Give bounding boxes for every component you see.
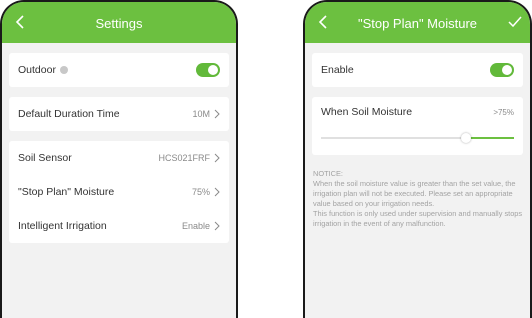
soil-sensor-row[interactable]: Soil Sensor HCS021FRF <box>9 141 229 175</box>
moisture-slider[interactable] <box>321 133 514 143</box>
outdoor-label: Outdoor <box>18 64 56 76</box>
back-arrow-icon[interactable] <box>14 14 28 30</box>
settings-nav-bar: Settings <box>2 2 236 43</box>
soil-moisture-value: >75% <box>493 107 514 117</box>
chevron-right-icon <box>214 109 220 119</box>
enable-toggle[interactable] <box>490 63 514 77</box>
outdoor-card: Outdoor <box>9 53 229 87</box>
soil-moisture-label: When Soil Moisture <box>321 106 413 118</box>
page-title: "Stop Plan" Moisture <box>357 16 478 31</box>
notice-heading: NOTICE: <box>313 169 343 178</box>
stop-plan-moisture-screen: "Stop Plan" Moisture Enable When Soil Mo… <box>303 0 532 318</box>
soil-sensor-value: HCS021FRF <box>158 153 210 163</box>
chevron-right-icon <box>214 153 220 163</box>
notice-text: NOTICE: When the soil moisture value is … <box>313 169 523 229</box>
intelligent-irrigation-label: Intelligent Irrigation <box>18 220 107 232</box>
intelligent-irrigation-value: Enable <box>181 221 210 231</box>
soil-sensor-label: Soil Sensor <box>18 152 72 164</box>
stop-plan-moisture-value: 75% <box>191 187 210 197</box>
duration-card: Default Duration Time 10M <box>9 97 229 131</box>
outdoor-toggle[interactable] <box>196 63 220 77</box>
enable-row: Enable <box>312 53 523 87</box>
outdoor-row: Outdoor <box>9 53 229 87</box>
intelligent-irrigation-row[interactable]: Intelligent Irrigation Enable <box>9 209 229 243</box>
stop-plan-moisture-row[interactable]: "Stop Plan" Moisture 75% <box>9 175 229 209</box>
info-icon[interactable] <box>59 66 68 74</box>
stop-plan-moisture-label: "Stop Plan" Moisture <box>18 186 115 198</box>
default-duration-label: Default Duration Time <box>18 108 120 120</box>
moisture-slider-fill <box>465 137 514 139</box>
sensor-card: Soil Sensor HCS021FRF "Stop Plan" Moistu… <box>9 141 229 243</box>
notice-paragraph-1: When the soil moisture value is greater … <box>313 179 516 208</box>
chevron-right-icon <box>214 187 220 197</box>
checkmark-icon[interactable] <box>508 16 522 28</box>
page-title: Settings <box>95 16 143 31</box>
soil-moisture-card: When Soil Moisture >75% <box>312 97 523 155</box>
enable-label: Enable <box>321 64 354 76</box>
notice-paragraph-2: This function is only used under supervi… <box>313 209 523 228</box>
chevron-right-icon <box>214 221 220 231</box>
enable-card: Enable <box>312 53 523 87</box>
settings-screen: Settings Outdoor Default Duration Time 1… <box>0 0 238 318</box>
back-arrow-icon[interactable] <box>317 14 331 30</box>
toggle-knob <box>502 65 512 75</box>
default-duration-value: 10M <box>192 109 210 119</box>
toggle-knob <box>208 65 218 75</box>
default-duration-row[interactable]: Default Duration Time 10M <box>9 97 229 131</box>
moisture-slider-thumb[interactable] <box>460 133 471 143</box>
moisture-nav-bar: "Stop Plan" Moisture <box>305 2 530 43</box>
